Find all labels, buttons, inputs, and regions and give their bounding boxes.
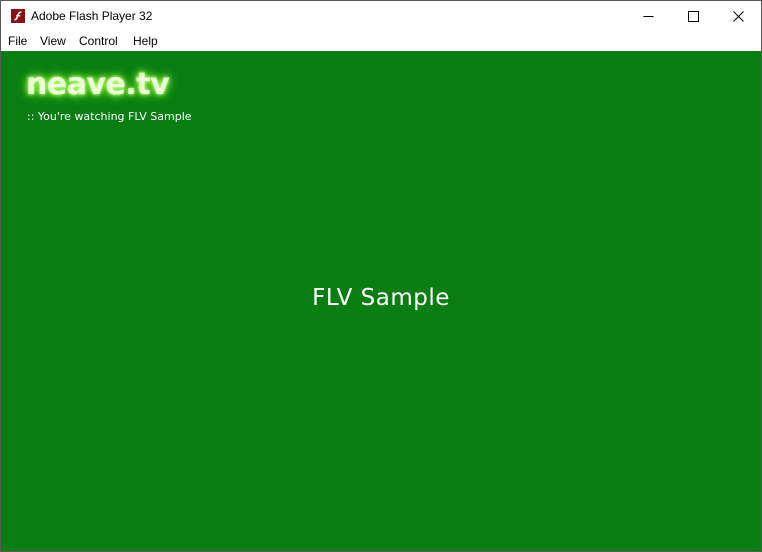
minimize-icon <box>643 11 654 22</box>
flash-stage[interactable]: neave.tv :: You're watching FLV Sample F… <box>1 51 761 551</box>
menu-control[interactable]: Control <box>79 34 118 49</box>
title-bar[interactable]: Adobe Flash Player 32 <box>1 1 761 31</box>
video-title: FLV Sample <box>312 285 450 311</box>
maximize-icon <box>687 10 699 22</box>
neave-tv-logo: neave.tv <box>26 67 170 102</box>
flash-player-icon <box>11 9 25 23</box>
now-watching-text: :: You're watching FLV Sample <box>27 110 192 123</box>
menu-view[interactable]: View <box>40 34 66 49</box>
window-title: Adobe Flash Player 32 <box>31 9 153 23</box>
menu-file[interactable]: File <box>8 34 27 49</box>
close-icon <box>732 10 744 22</box>
minimize-button[interactable] <box>625 1 671 31</box>
menu-help[interactable]: Help <box>133 34 158 49</box>
flash-player-window: Adobe Flash Player 32 File View Control … <box>0 0 762 552</box>
maximize-button[interactable] <box>670 1 716 31</box>
close-button[interactable] <box>715 1 761 31</box>
menu-bar: File View Control Help <box>1 31 761 51</box>
